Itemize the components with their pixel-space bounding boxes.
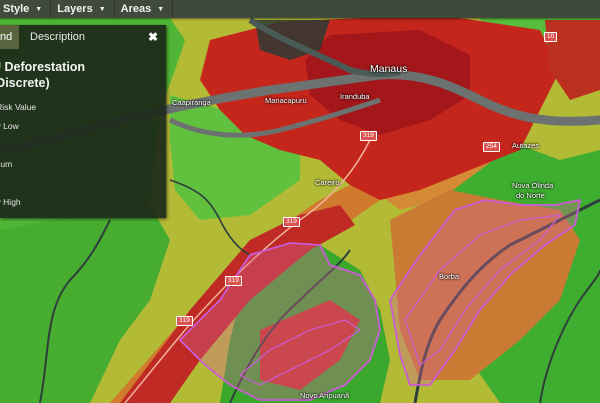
place-label-do-norte: do Norte — [516, 191, 545, 200]
tab-description[interactable]: Description — [19, 25, 140, 49]
route-shield-254: 254 — [483, 142, 500, 152]
areas-menu[interactable]: Areas ▼ — [115, 0, 174, 18]
style-menu[interactable]: Style ▼ — [0, 0, 52, 18]
layers-menu-label: Layers — [57, 3, 93, 15]
legend-item: edium — [0, 159, 13, 169]
caret-down-icon: ▼ — [157, 5, 165, 13]
style-menu-label: Style — [3, 3, 30, 15]
place-label-manacapuru: Manacapuru — [265, 96, 307, 105]
legend-title-line2: (Discrete) — [0, 76, 50, 90]
areas-menu-label: Areas — [120, 3, 152, 15]
legend-item: ery Low — [0, 121, 19, 131]
place-label-novo-aripuana: Novo Aripuanã — [300, 391, 350, 400]
legend-item: o Risk Value — [0, 102, 37, 112]
route-shield-319: 319 — [176, 316, 193, 326]
place-label-careiro: Careiro — [315, 178, 340, 187]
place-label-caapiranga: Caapiranga — [172, 98, 211, 107]
route-shield-319: 319 — [360, 131, 377, 141]
layers-menu[interactable]: Layers ▼ — [51, 0, 115, 18]
close-icon[interactable]: ✖ — [140, 25, 166, 49]
place-label-autazes: Autazes — [512, 141, 540, 150]
route-shield-319: 319 — [225, 276, 242, 286]
legend-title-line1: U Deforestation — [0, 60, 86, 74]
tab-legend[interactable]: nd — [0, 25, 19, 49]
legend-title: U Deforestation (Discrete) — [0, 59, 166, 91]
place-label-nova-olinda: Nova Olinda — [512, 181, 554, 190]
legend-tabs: nd Description ✖ — [0, 25, 166, 49]
legend-panel: nd Description ✖ U Deforestation (Discre… — [0, 25, 166, 218]
caret-down-icon: ▼ — [35, 5, 43, 13]
place-label-borba: Borba — [439, 272, 460, 281]
legend-item: ery High — [0, 197, 21, 207]
route-shield-10: 10 — [544, 32, 558, 42]
place-label-manaus: Manaus — [370, 63, 408, 75]
caret-down-icon: ▼ — [98, 5, 106, 13]
top-toolbar: Style ▼ Layers ▼ Areas ▼ — [0, 0, 600, 18]
route-shield-319: 319 — [283, 217, 300, 227]
place-label-iranduba: Iranduba — [340, 92, 370, 101]
